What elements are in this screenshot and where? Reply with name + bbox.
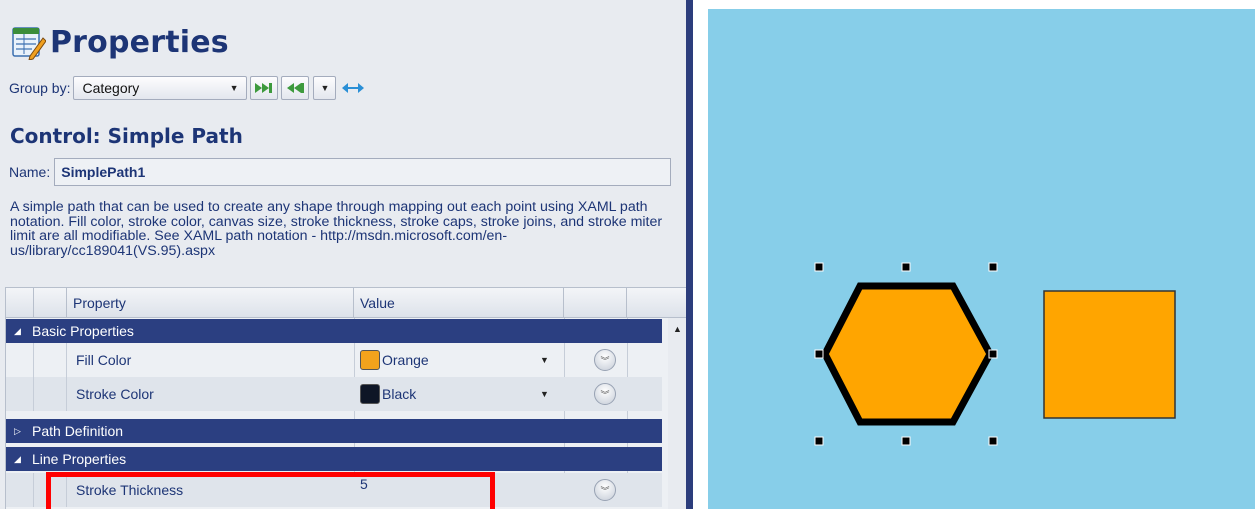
square-shape[interactable] (1043, 290, 1176, 419)
color-swatch (360, 350, 380, 370)
grid-header-extra (564, 288, 627, 318)
color-swatch (360, 384, 380, 404)
selection-handle[interactable] (988, 349, 998, 359)
chevron-down-icon: ▼ (229, 83, 239, 93)
expand-all-button[interactable] (250, 76, 279, 100)
chevron-down-icon: ︾ (600, 485, 610, 496)
grid-scrollbar[interactable]: ▲ (668, 318, 686, 509)
category-basic-properties[interactable]: ◢ Basic Properties (6, 319, 662, 343)
property-name: Fill Color (76, 352, 132, 368)
selection-handle[interactable] (901, 436, 911, 446)
expand-editor-button[interactable]: ︾ (594, 479, 616, 501)
expand-editor-button[interactable]: ︾ (594, 383, 616, 405)
row-gutter (6, 473, 34, 507)
category-path-definition[interactable]: ▷ Path Definition (6, 419, 662, 443)
grid-header-gutter (6, 288, 34, 318)
property-value: Orange (382, 352, 429, 368)
selection-handle[interactable] (901, 262, 911, 272)
property-name: Stroke Color (76, 386, 154, 402)
name-label: Name: (9, 164, 51, 180)
name-row: Name: SimplePath1 (9, 158, 672, 186)
row-gutter (6, 377, 34, 411)
panel-divider[interactable] (686, 0, 693, 509)
properties-icon (12, 27, 46, 60)
fill-color-value[interactable]: Orange (360, 343, 429, 377)
grid-header-extra (627, 288, 686, 318)
property-row-fill-color[interactable]: Fill Color Orange ▼ ︾ (6, 343, 662, 377)
collapse-all-button[interactable] (281, 76, 310, 100)
chevron-down-icon[interactable]: ▼ (540, 389, 549, 399)
selection-handle[interactable] (988, 436, 998, 446)
chevron-down-icon: ︾ (600, 389, 610, 400)
group-by-label: Group by: (9, 80, 71, 96)
control-title: Control: Simple Path (10, 124, 243, 148)
category-label: Line Properties (32, 451, 127, 467)
selection-handle[interactable] (814, 262, 824, 272)
expand-triangle-icon: ▷ (14, 425, 21, 436)
row-gutter (6, 343, 34, 377)
expand-editor-button[interactable]: ︾ (594, 349, 616, 371)
column-header-value[interactable]: Value (354, 288, 564, 318)
column-header-property[interactable]: Property (67, 288, 354, 318)
panel-title: Properties (50, 24, 229, 60)
collapse-all-icon (287, 83, 305, 93)
scroll-up-icon[interactable]: ▲ (668, 324, 686, 334)
grid-header-gutter (34, 288, 67, 318)
highlight-box (46, 472, 495, 509)
category-label: Basic Properties (32, 323, 134, 339)
property-row-stroke-color[interactable]: Stroke Color Black ▼ ︾ (6, 377, 662, 411)
selection-handle[interactable] (814, 349, 824, 359)
chevron-down-icon: ▼ (320, 83, 330, 93)
chevron-down-icon[interactable]: ▼ (540, 355, 549, 365)
row-gutter (34, 377, 67, 411)
selection-handle[interactable] (988, 262, 998, 272)
property-value: Black (382, 386, 417, 402)
collapse-triangle-icon: ◢ (14, 325, 21, 336)
group-by-value: Category (82, 80, 140, 96)
chevron-down-icon: ︾ (600, 355, 610, 366)
name-field[interactable]: SimplePath1 (54, 158, 672, 186)
row-gutter (34, 343, 67, 377)
swap-button[interactable] (340, 76, 366, 100)
control-description: A simple path that can be used to create… (10, 199, 663, 259)
stroke-color-value[interactable]: Black (360, 377, 416, 411)
design-canvas[interactable] (708, 9, 1255, 509)
properties-panel: Properties Group by: Category ▼ ▼ Contro… (0, 0, 686, 509)
panel-header: Properties (10, 22, 229, 62)
selection-handle[interactable] (814, 436, 824, 446)
expand-all-icon (255, 83, 273, 93)
hexagon-path-shape[interactable] (821, 282, 994, 426)
grid-header: Property Value (6, 287, 686, 318)
canvas-surface (814, 262, 1176, 446)
horizontal-arrows-icon (342, 83, 365, 93)
collapse-triangle-icon: ◢ (14, 453, 21, 464)
group-by-select[interactable]: Category ▼ (73, 76, 248, 100)
group-by-toolbar: Group by: Category ▼ ▼ (9, 76, 366, 100)
category-line-properties[interactable]: ◢ Line Properties (6, 447, 662, 471)
options-dropdown-button[interactable]: ▼ (313, 76, 337, 100)
category-label: Path Definition (32, 423, 124, 439)
